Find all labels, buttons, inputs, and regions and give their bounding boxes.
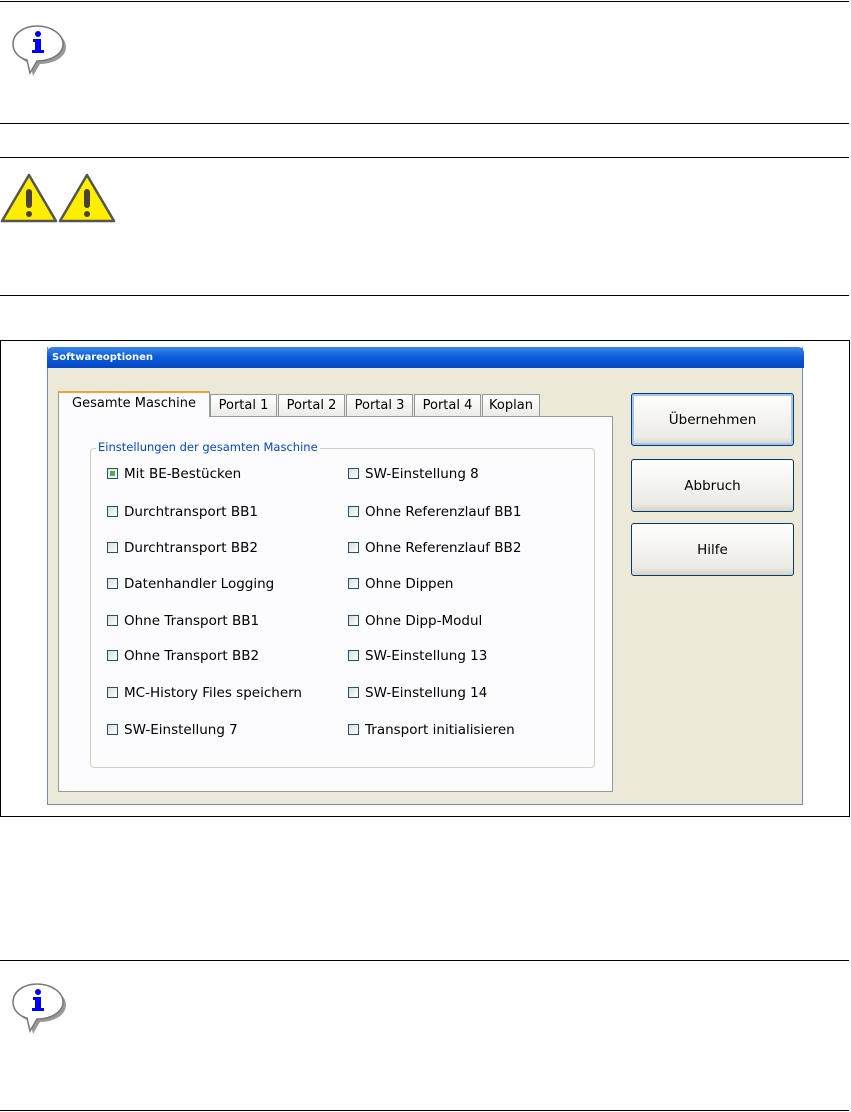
softwareoptionen-dialog: Softwareoptionen Gesamte Maschine Portal… bbox=[47, 347, 804, 805]
checkbox-box[interactable] bbox=[348, 578, 359, 589]
divider bbox=[0, 157, 849, 158]
option-checkbox[interactable]: SW-Einstellung 13 bbox=[348, 648, 487, 664]
checkbox-label: Datenhandler Logging bbox=[124, 576, 275, 592]
checkbox-label: Ohne Referenzlauf BB1 bbox=[365, 504, 522, 520]
divider bbox=[0, 1, 849, 2]
checkbox-label: Mit BE-Bestücken bbox=[124, 466, 242, 482]
checkbox-label: SW-Einstellung 13 bbox=[365, 648, 488, 664]
checkbox-box[interactable] bbox=[107, 506, 118, 517]
checkbox-label: Ohne Dippen bbox=[365, 576, 454, 592]
apply-button[interactable]: Übernehmen bbox=[631, 393, 794, 446]
checkbox-label: Durchtransport BB2 bbox=[124, 540, 258, 556]
divider bbox=[0, 123, 849, 124]
option-checkbox[interactable]: Ohne Transport BB1 bbox=[107, 613, 259, 629]
checkbox-label: Ohne Dipp-Modul bbox=[365, 613, 483, 629]
option-checkbox[interactable]: Ohne Dippen bbox=[348, 576, 453, 592]
option-checkbox[interactable]: Ohne Referenzlauf BB2 bbox=[348, 540, 521, 556]
checkbox-box[interactable] bbox=[348, 615, 359, 626]
option-checkbox[interactable]: Durchtransport BB1 bbox=[107, 504, 258, 520]
option-checkbox[interactable]: Datenhandler Logging bbox=[107, 576, 274, 592]
checkbox-box[interactable] bbox=[348, 687, 359, 698]
checkbox-box[interactable] bbox=[107, 687, 118, 698]
option-checkbox[interactable]: Ohne Transport BB2 bbox=[107, 648, 259, 664]
checkbox-box[interactable] bbox=[107, 542, 118, 553]
option-checkbox[interactable]: SW-Einstellung 7 bbox=[107, 722, 238, 738]
tab-koplan[interactable]: Koplan bbox=[482, 394, 540, 416]
divider bbox=[0, 1110, 849, 1111]
checkbox-box[interactable] bbox=[107, 724, 118, 735]
checkbox-box[interactable] bbox=[348, 542, 359, 553]
option-checkbox[interactable]: SW-Einstellung 8 bbox=[348, 466, 479, 482]
checkbox-label: Ohne Transport BB1 bbox=[124, 613, 260, 629]
info-icon bbox=[12, 25, 66, 76]
checkbox-box[interactable] bbox=[107, 578, 118, 589]
warning-icon bbox=[0, 173, 116, 223]
group-label: Einstellungen der gesamten Maschine bbox=[96, 440, 320, 454]
checkbox-box[interactable] bbox=[107, 468, 118, 479]
tab-portal-4[interactable]: Portal 4 bbox=[414, 394, 481, 416]
checkbox-label: SW-Einstellung 7 bbox=[124, 722, 238, 738]
option-checkbox[interactable]: Ohne Referenzlauf BB1 bbox=[348, 504, 521, 520]
option-checkbox[interactable]: Transport initialisieren bbox=[348, 722, 515, 738]
checkbox-box[interactable] bbox=[348, 468, 359, 479]
checkbox-label: MC-History Files speichern bbox=[124, 685, 302, 701]
option-checkbox[interactable]: Mit BE-Bestücken bbox=[107, 466, 241, 482]
checkbox-box[interactable] bbox=[107, 615, 118, 626]
info-icon bbox=[12, 983, 66, 1034]
checkbox-label: Ohne Transport BB2 bbox=[124, 648, 260, 664]
settings-group: Einstellungen der gesamten Maschine Mit … bbox=[90, 440, 595, 768]
checkbox-box[interactable] bbox=[348, 506, 359, 517]
option-checkbox[interactable]: SW-Einstellung 14 bbox=[348, 685, 487, 701]
option-checkbox[interactable]: Ohne Dipp-Modul bbox=[348, 613, 482, 629]
checkbox-box[interactable] bbox=[348, 650, 359, 661]
checkbox-label: Transport initialisieren bbox=[365, 722, 515, 738]
checkbox-box[interactable] bbox=[348, 724, 359, 735]
tab-panel: Einstellungen der gesamten Maschine Mit … bbox=[58, 416, 613, 792]
option-checkbox[interactable]: MC-History Files speichern bbox=[107, 685, 302, 701]
tab-portal-1[interactable]: Portal 1 bbox=[210, 394, 277, 416]
dialog-title: Softwareoptionen bbox=[47, 347, 804, 368]
divider bbox=[0, 960, 849, 961]
tab-gesamte-maschine[interactable]: Gesamte Maschine bbox=[58, 391, 210, 417]
option-checkbox[interactable]: Durchtransport BB2 bbox=[107, 540, 258, 556]
tab-portal-2[interactable]: Portal 2 bbox=[278, 394, 345, 416]
checkbox-label: Ohne Referenzlauf BB2 bbox=[365, 540, 522, 556]
checkbox-label: Durchtransport BB1 bbox=[124, 504, 258, 520]
cancel-button[interactable]: Abbruch bbox=[631, 459, 794, 512]
checkbox-label: SW-Einstellung 14 bbox=[365, 685, 488, 701]
divider bbox=[0, 295, 849, 296]
help-button[interactable]: Hilfe bbox=[631, 523, 794, 576]
checkbox-label: SW-Einstellung 8 bbox=[365, 466, 479, 482]
tab-portal-3[interactable]: Portal 3 bbox=[346, 394, 413, 416]
checkbox-box[interactable] bbox=[107, 650, 118, 661]
